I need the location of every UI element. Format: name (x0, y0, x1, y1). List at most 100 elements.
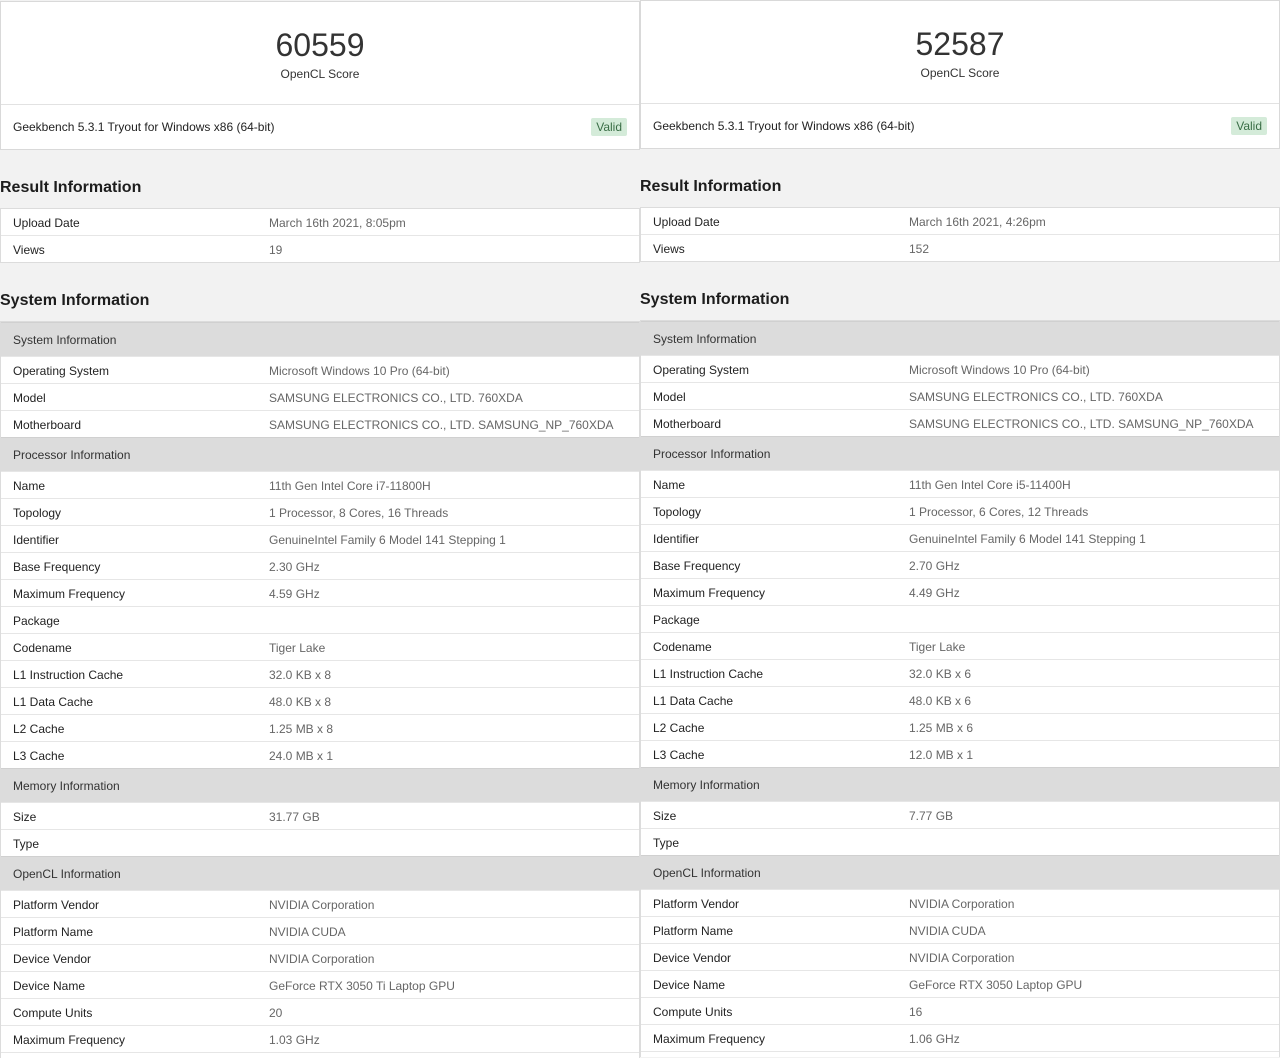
row-value: 1 Processor, 6 Cores, 12 Threads (909, 505, 1089, 519)
row-value: March 16th 2021, 8:05pm (269, 216, 406, 230)
row-value: SAMSUNG ELECTRONICS CO., LTD. SAMSUNG_NP… (909, 417, 1254, 431)
row-value: 1.06 GHz (909, 1032, 960, 1046)
row-value: 24.0 MB x 1 (269, 749, 334, 763)
row-label: Model (653, 390, 686, 404)
table-row: Views 19 (1, 235, 639, 262)
table-row: Views 152 (641, 234, 1279, 261)
row-label: Upload Date (653, 215, 720, 229)
row-label: Operating System (13, 364, 110, 378)
row-label: Model (13, 391, 46, 405)
table-row: Operating System Microsoft Windows 10 Pro… (1, 356, 639, 383)
row-value: Tiger Lake (909, 640, 966, 654)
table-row: Topology 1 Processor, 8 Cores, 16 Threads (1, 498, 639, 525)
table-row: Device Memory4.00 GB (641, 1051, 1279, 1057)
table-row: Base Frequency 2.30 GHz (1, 552, 639, 579)
row-value: 11th Gen Intel Core i7-11800H (269, 479, 431, 493)
row-label: Package (653, 613, 700, 627)
row-label: Type (653, 836, 680, 850)
row-label: Views (653, 242, 685, 256)
row-label: Type (13, 837, 40, 851)
row-value: GeForce RTX 3050 Ti Laptop GPU (269, 979, 455, 993)
table-row: Upload Date March 16th 2021, 8:05pm (1, 209, 639, 235)
row-label: Platform Name (653, 924, 734, 938)
row-label: L3 Cache (653, 748, 705, 762)
row-value: 11th Gen Intel Core i5-11400H (909, 478, 1071, 492)
section-header-label: Memory Information (13, 779, 120, 793)
row-label: Device Vendor (13, 952, 92, 966)
row-value: Microsoft Windows 10 Pro (64-bit) (909, 363, 1090, 377)
row-label: Device Name (13, 979, 86, 993)
row-label: Identifier (653, 532, 700, 546)
row-value: 32.0 KB x 8 (269, 668, 332, 682)
row-label: L3 Cache (13, 749, 65, 763)
section-header-label: System Information (13, 333, 117, 347)
row-label: Platform Vendor (13, 898, 100, 912)
table-row: Maximum Frequency 1.06 GHz (641, 1024, 1279, 1051)
section-header-label: OpenCL Information (653, 866, 761, 880)
row-value: NVIDIA CUDA (909, 924, 986, 938)
left-result-panel: 60559 OpenCL Score Geekbench 5.3.1 Tryou… (0, 1, 640, 1058)
section-header-label: System Information (653, 332, 757, 346)
table-row: Identifier GenuineIntel Family 6 Model 14… (1, 525, 639, 552)
table-row: Compute Units 20 (1, 998, 639, 1025)
system-information-title: System Information (640, 291, 790, 308)
table-row: L3 Cache 12.0 MB x 1 (641, 740, 1279, 767)
row-value: 19 (269, 243, 283, 257)
row-value: NVIDIA Corporation (909, 897, 1015, 911)
row-label: Name (13, 479, 46, 493)
row-value: GenuineIntel Family 6 Model 141 Stepping… (269, 533, 506, 547)
opencl-score-value: 60559 (275, 27, 365, 63)
table-row: Maximum Frequency 1.03 GHz (1, 1025, 639, 1052)
row-value: 48.0 KB x 6 (909, 694, 972, 708)
table-row: Size 7.77 GB (641, 801, 1279, 828)
row-value: NVIDIA Corporation (269, 898, 375, 912)
row-value: 4.59 GHz (269, 587, 320, 601)
row-value: 48.0 KB x 8 (269, 695, 332, 709)
row-value: NVIDIA Corporation (269, 952, 375, 966)
row-label: L1 Instruction Cache (653, 667, 764, 681)
row-value: SAMSUNG ELECTRONICS CO., LTD. SAMSUNG_NP… (269, 418, 614, 432)
section-header-label: Processor Information (13, 448, 131, 462)
row-label: Device Vendor (653, 951, 732, 965)
section-header-row: System Information (1, 322, 639, 356)
row-label: Compute Units (13, 1006, 93, 1020)
table-row: Package (1, 606, 639, 633)
section-header-row: OpenCL Information (1, 856, 639, 890)
table-row: Codename Tiger Lake (1, 633, 639, 660)
table-row: Device Name GeForce RTX 3050 Ti Laptop GP… (1, 971, 639, 998)
table-row: Motherboard SAMSUNG ELECTRONICS CO., LTD.… (1, 410, 639, 437)
score-card: 52587 OpenCL Score Geekbench 5.3.1 Tryou… (640, 0, 1280, 149)
row-value: NVIDIA Corporation (909, 951, 1015, 965)
section-header-row: OpenCL Information (641, 855, 1279, 889)
row-label: Base Frequency (13, 560, 101, 574)
row-value: GeForce RTX 3050 Laptop GPU (909, 978, 1083, 992)
system-information-table: System Information Operating System Micros… (640, 320, 1280, 1057)
row-value: 2.30 GHz (269, 560, 320, 574)
table-row: Name 11th Gen Intel Core i7-11800H (1, 471, 639, 498)
row-label: Platform Name (13, 925, 94, 939)
table-row: Type (1, 829, 639, 856)
row-label: Views (13, 243, 45, 257)
row-value: 1.25 MB x 8 (269, 722, 334, 736)
row-value: 1.25 MB x 6 (909, 721, 974, 735)
row-value: 152 (909, 242, 930, 256)
table-row: Type (641, 828, 1279, 855)
table-row: Model SAMSUNG ELECTRONICS CO., LTD. 760XD… (1, 383, 639, 410)
row-label: Maximum Frequency (653, 586, 766, 600)
table-row: L2 Cache 1.25 MB x 8 (1, 714, 639, 741)
table-row: Upload Date March 16th 2021, 4:26pm (641, 208, 1279, 234)
row-value: Microsoft Windows 10 Pro (64-bit) (269, 364, 450, 378)
table-row: Motherboard SAMSUNG ELECTRONICS CO., LTD.… (641, 409, 1279, 436)
row-value: NVIDIA CUDA (269, 925, 346, 939)
row-label: Motherboard (653, 417, 722, 431)
section-header-row: Processor Information (1, 437, 639, 471)
row-value: SAMSUNG ELECTRONICS CO., LTD. 760XDA (269, 391, 523, 405)
table-row: Device Name GeForce RTX 3050 Laptop GPU (641, 970, 1279, 997)
score-card: 60559 OpenCL Score Geekbench 5.3.1 Tryou… (0, 1, 640, 150)
row-label: Codename (13, 641, 72, 655)
row-label: Maximum Frequency (13, 1033, 126, 1047)
table-row: Platform Vendor NVIDIA Corporation (1, 890, 639, 917)
row-label: Upload Date (13, 216, 80, 230)
opencl-score-label: OpenCL Score (920, 66, 1000, 80)
table-row: Package (641, 605, 1279, 632)
